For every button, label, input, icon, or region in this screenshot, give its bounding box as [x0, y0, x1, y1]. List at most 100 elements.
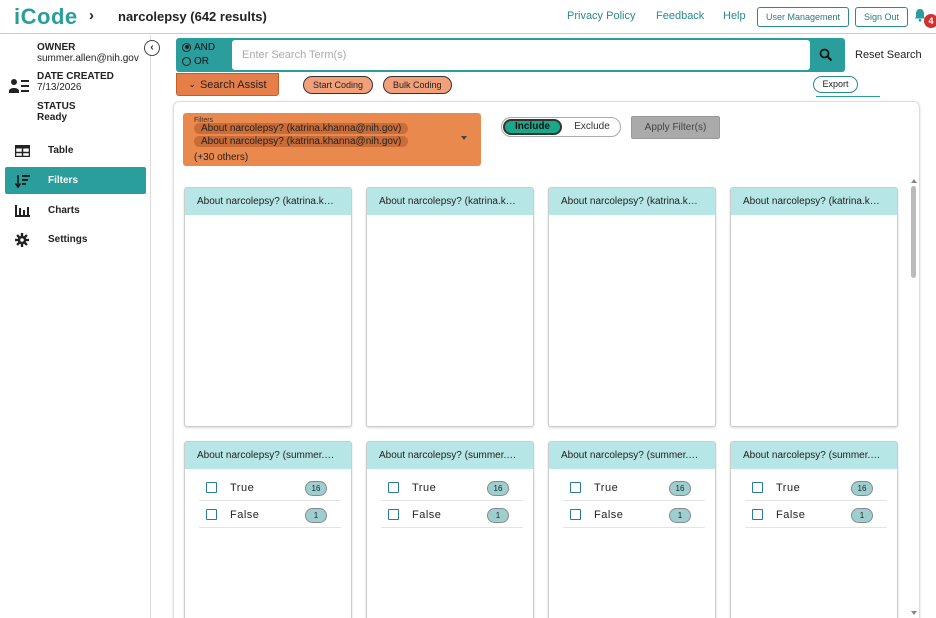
sidebar-item-settings[interactable]: Settings: [5, 226, 146, 253]
filter-option-row[interactable]: True 16: [381, 475, 523, 501]
radio-unselected-icon: [182, 56, 191, 66]
export-button[interactable]: Export: [813, 76, 858, 93]
and-radio[interactable]: AND: [182, 40, 224, 54]
filter-card-title: About narcolepsy? (summer.allen@nih.gov): [731, 442, 897, 469]
user-management-button[interactable]: User Management: [757, 7, 850, 27]
sidebar-item-label: Charts: [48, 205, 80, 216]
filter-card-title: About narcolepsy? (katrina.khanna@nih.go…: [185, 188, 351, 215]
chevron-down-icon: ⌄: [188, 79, 196, 89]
bar-chart-icon: [5, 204, 39, 217]
or-radio[interactable]: OR: [182, 54, 224, 68]
sidebar-item-charts[interactable]: Charts: [5, 197, 146, 224]
checkbox[interactable]: [570, 509, 581, 520]
filter-option-label: False: [776, 508, 806, 521]
include-toggle-option[interactable]: Include: [503, 119, 562, 135]
filter-card: About narcolepsy? (summer.allen@nih.gov)…: [730, 441, 898, 618]
include-exclude-toggle: Include Exclude: [501, 117, 621, 137]
checkbox[interactable]: [206, 509, 217, 520]
filter-card: About narcolepsy? (katrina.khanna@nih.go…: [184, 187, 352, 427]
export-underline: [816, 96, 880, 97]
filter-option-label: True: [230, 481, 255, 494]
filters-others-count: (+30 others): [194, 152, 249, 163]
search-assist-label: Search Assist: [199, 78, 267, 91]
search-bar: [230, 38, 845, 72]
filter-option-row[interactable]: False 1: [563, 502, 705, 528]
sidebar: ‹ OWNER summer.allen@nih.gov DATE CREATE…: [0, 35, 160, 618]
date-created-value: 7/13/2026: [37, 82, 82, 93]
count-badge: 16: [487, 481, 509, 496]
checkbox[interactable]: [570, 482, 581, 493]
scroll-up-icon[interactable]: [911, 179, 917, 183]
filter-option-row[interactable]: False 1: [745, 502, 887, 528]
filter-option-row[interactable]: True 16: [745, 475, 887, 501]
filter-card-title: About narcolepsy? (summer.allen@nih.gov): [367, 442, 533, 469]
filter-option-label: False: [594, 508, 624, 521]
checkbox[interactable]: [752, 509, 763, 520]
date-created-label: DATE CREATED: [37, 71, 114, 82]
checkbox[interactable]: [388, 482, 399, 493]
sidebar-item-label: Settings: [48, 234, 88, 245]
owner-info: OWNER summer.allen@nih.gov: [37, 42, 139, 64]
checkbox[interactable]: [206, 482, 217, 493]
exclude-toggle-option[interactable]: Exclude: [566, 121, 618, 132]
status-value: Ready: [37, 112, 68, 123]
date-created-info: DATE CREATED 7/13/2026: [37, 71, 114, 93]
breadcrumb-chevron-icon: ›: [89, 7, 94, 24]
sidebar-item-table[interactable]: Table: [5, 137, 146, 164]
filter-chip[interactable]: About narcolepsy? (katrina.khanna@nih.go…: [194, 136, 409, 147]
checkbox[interactable]: [752, 482, 763, 493]
filter-card: About narcolepsy? (summer.allen@nih.gov)…: [548, 441, 716, 618]
filter-chip[interactable]: About narcolepsy? (katrina.khanna@nih.go…: [194, 123, 409, 134]
count-badge: 1: [487, 508, 509, 523]
count-badge: 16: [305, 481, 327, 496]
filter-option-row[interactable]: True 16: [563, 475, 705, 501]
filter-card: About narcolepsy? (summer.allen@nih.gov)…: [366, 441, 534, 618]
scroll-down-icon[interactable]: [911, 611, 917, 615]
sign-out-button[interactable]: Sign Out: [855, 7, 909, 27]
scrollbar-thumb[interactable]: [911, 186, 916, 278]
filter-card-title: About narcolepsy? (katrina.khanna@nih.go…: [367, 188, 533, 215]
count-badge: 16: [669, 481, 691, 496]
privacy-policy-link[interactable]: Privacy Policy: [567, 10, 635, 22]
gear-icon: [5, 232, 39, 247]
checkbox[interactable]: [388, 509, 399, 520]
reset-search-button[interactable]: Reset Search: [855, 49, 922, 61]
notification-badge: 4: [924, 14, 936, 28]
filter-option-row[interactable]: False 1: [199, 502, 341, 528]
filter-card-title: About narcolepsy? (katrina.khanna@nih.go…: [731, 188, 897, 215]
page-title: narcolepsy (642 results): [118, 9, 267, 24]
sidebar-item-label: Filters: [48, 175, 79, 186]
start-coding-button[interactable]: Start Coding: [303, 76, 374, 94]
filter-option-row[interactable]: True 16: [199, 475, 341, 501]
filter-option-label: True: [412, 481, 437, 494]
search-icon[interactable]: [818, 47, 834, 63]
app-logo[interactable]: iCode: [14, 4, 78, 30]
count-badge: 1: [669, 508, 691, 523]
search-input[interactable]: [232, 40, 810, 70]
collapse-sidebar-button[interactable]: ‹: [144, 40, 160, 56]
radio-selected-icon: [182, 42, 191, 52]
table-icon: [5, 144, 39, 157]
sidebar-item-filters[interactable]: Filters: [5, 167, 146, 194]
filter-option-label: False: [412, 508, 442, 521]
or-label: OR: [194, 55, 209, 67]
count-badge: 1: [305, 508, 327, 523]
filter-option-label: False: [230, 508, 260, 521]
filter-card: About narcolepsy? (summer.allen@nih.gov)…: [184, 441, 352, 618]
count-badge: 1: [851, 508, 873, 523]
count-badge: 16: [851, 481, 873, 496]
feedback-link[interactable]: Feedback: [656, 10, 704, 22]
filter-card: About narcolepsy? (katrina.khanna@nih.go…: [730, 187, 898, 427]
filters-select[interactable]: Filters About narcolepsy? (katrina.khann…: [183, 113, 481, 166]
filter-card-title: About narcolepsy? (katrina.khanna@nih.go…: [549, 188, 715, 215]
bulk-coding-button[interactable]: Bulk Coding: [383, 76, 452, 94]
owner-label: OWNER: [37, 42, 76, 53]
filter-icon: [5, 174, 39, 188]
filter-option-row[interactable]: False 1: [381, 502, 523, 528]
apply-filters-button[interactable]: Apply Filter(s): [631, 116, 720, 139]
and-label: AND: [194, 41, 216, 53]
filter-option-label: True: [776, 481, 801, 494]
status-info: STATUS Ready: [37, 101, 76, 123]
search-assist-button[interactable]: ⌄ Search Assist: [176, 73, 279, 96]
help-link[interactable]: Help: [723, 10, 746, 22]
